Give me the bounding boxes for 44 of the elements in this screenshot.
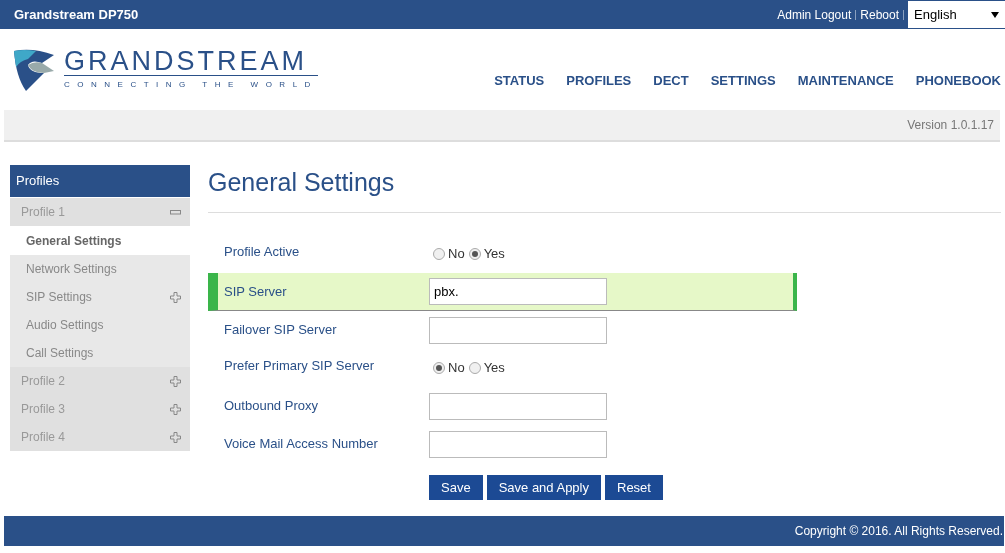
radio-label: Yes [483,245,505,264]
setting-label: Prefer Primary SIP Server [224,357,376,376]
logo-name: GRANDSTREAM [64,47,318,76]
radio-label: No [448,245,465,264]
text-field[interactable] [429,430,607,458]
language-select[interactable]: English [908,1,1005,28]
text-field[interactable] [429,392,607,420]
text-field[interactable]: pbx. [429,278,607,305]
radio-button[interactable] [433,362,445,374]
setting-label: Profile Active [224,243,301,262]
nav-link[interactable]: DECT [642,71,700,91]
setting-label: Failover SIP Server [224,321,338,340]
radio-button[interactable] [468,248,481,260]
top-link[interactable]: Admin Logout [773,5,856,24]
nav-link[interactable]: PROFILES [555,71,643,91]
copyright-text: Copyright © 2016. All Rights Reserved. [794,523,1003,540]
plus-icon[interactable] [170,375,181,387]
setting-label: Outbound Proxy [224,397,319,416]
logo-tagline: CONNECTING THE WORLD [64,79,318,91]
version-text: Version 1.0.1.17 [907,117,994,134]
form-button[interactable]: Reset [605,475,663,500]
radio-label: Yes [483,359,505,378]
radio-label: No [448,359,465,378]
plus-icon[interactable] [170,431,181,443]
sidebar-header: Profiles [10,165,190,197]
radio-button[interactable] [468,362,481,374]
nav-link[interactable]: PHONEBOOK [904,71,1001,91]
nav-link[interactable]: SETTINGS [699,71,787,91]
device-title: Grandstream DP750 [14,5,139,24]
plus-icon[interactable] [170,403,181,415]
nav-link[interactable]: MAINTENANCE [786,71,905,91]
form-button[interactable]: Save and Apply [486,475,601,500]
text-field[interactable] [429,316,607,344]
radio-button[interactable] [433,248,445,260]
logo-swoosh-icon [14,47,56,91]
setting-label: SIP Server [224,282,288,301]
form-button[interactable]: Save [429,475,483,500]
minus-icon[interactable] [170,209,181,215]
caret-icon [991,11,999,18]
top-link[interactable]: Reboot [856,5,903,24]
nav-link[interactable]: STATUS [483,71,556,91]
page-title: General Settings [208,167,396,195]
plus-icon[interactable] [170,291,181,303]
setting-label: Voice Mail Access Number [224,435,379,454]
